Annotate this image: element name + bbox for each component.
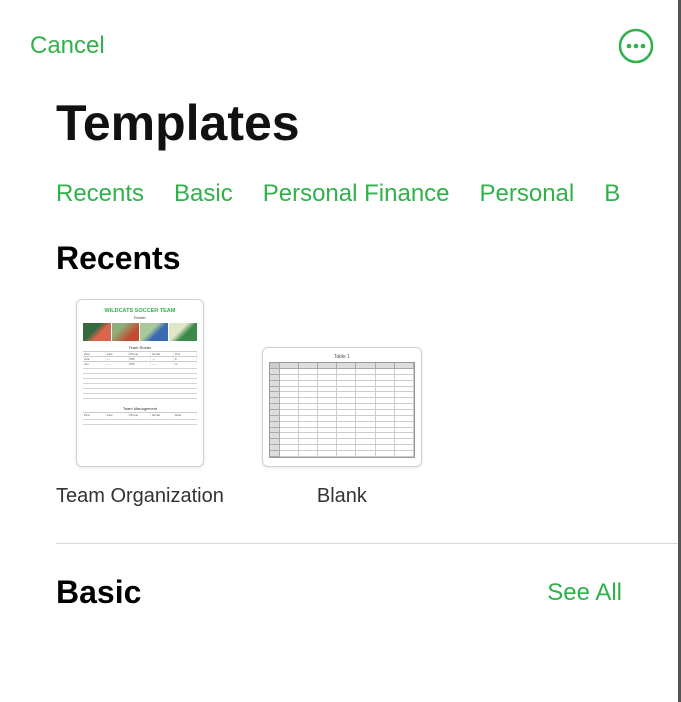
section-heading-recents: Recents [0, 240, 678, 299]
template-label: Blank [317, 483, 367, 509]
topbar: Cancel [0, 0, 678, 74]
section-heading-basic: Basic [56, 574, 141, 611]
page-title: Templates [0, 74, 678, 162]
more-options-icon[interactable] [618, 28, 654, 64]
see-all-basic[interactable]: See All [547, 579, 622, 607]
template-thumb: Table 1 [262, 347, 422, 467]
template-blank[interactable]: Table 1 [262, 347, 422, 509]
template-label: Team Organization [56, 483, 224, 509]
recents-row: WILDCATS SOCCER TEAM Roster Team Roster … [0, 299, 678, 509]
template-chooser: Cancel Templates Recents Basic Personal … [0, 0, 681, 702]
template-team-organization[interactable]: WILDCATS SOCCER TEAM Roster Team Roster … [56, 299, 224, 509]
tab-personal-finance[interactable]: Personal Finance [263, 180, 450, 208]
cancel-button[interactable]: Cancel [30, 32, 105, 60]
thumb-subtitle: Roster [83, 315, 197, 320]
template-thumb: WILDCATS SOCCER TEAM Roster Team Roster … [76, 299, 204, 467]
thumb-title: WILDCATS SOCCER TEAM [83, 308, 197, 315]
tab-basic[interactable]: Basic [174, 180, 233, 208]
section-header-basic: Basic See All [0, 544, 678, 611]
tab-personal[interactable]: Personal [480, 180, 575, 208]
tab-business-partial[interactable]: B [604, 180, 620, 208]
tab-recents[interactable]: Recents [56, 180, 144, 208]
thumb-sheet-name: Table 1 [269, 354, 415, 360]
category-tabs: Recents Basic Personal Finance Personal … [0, 162, 678, 240]
